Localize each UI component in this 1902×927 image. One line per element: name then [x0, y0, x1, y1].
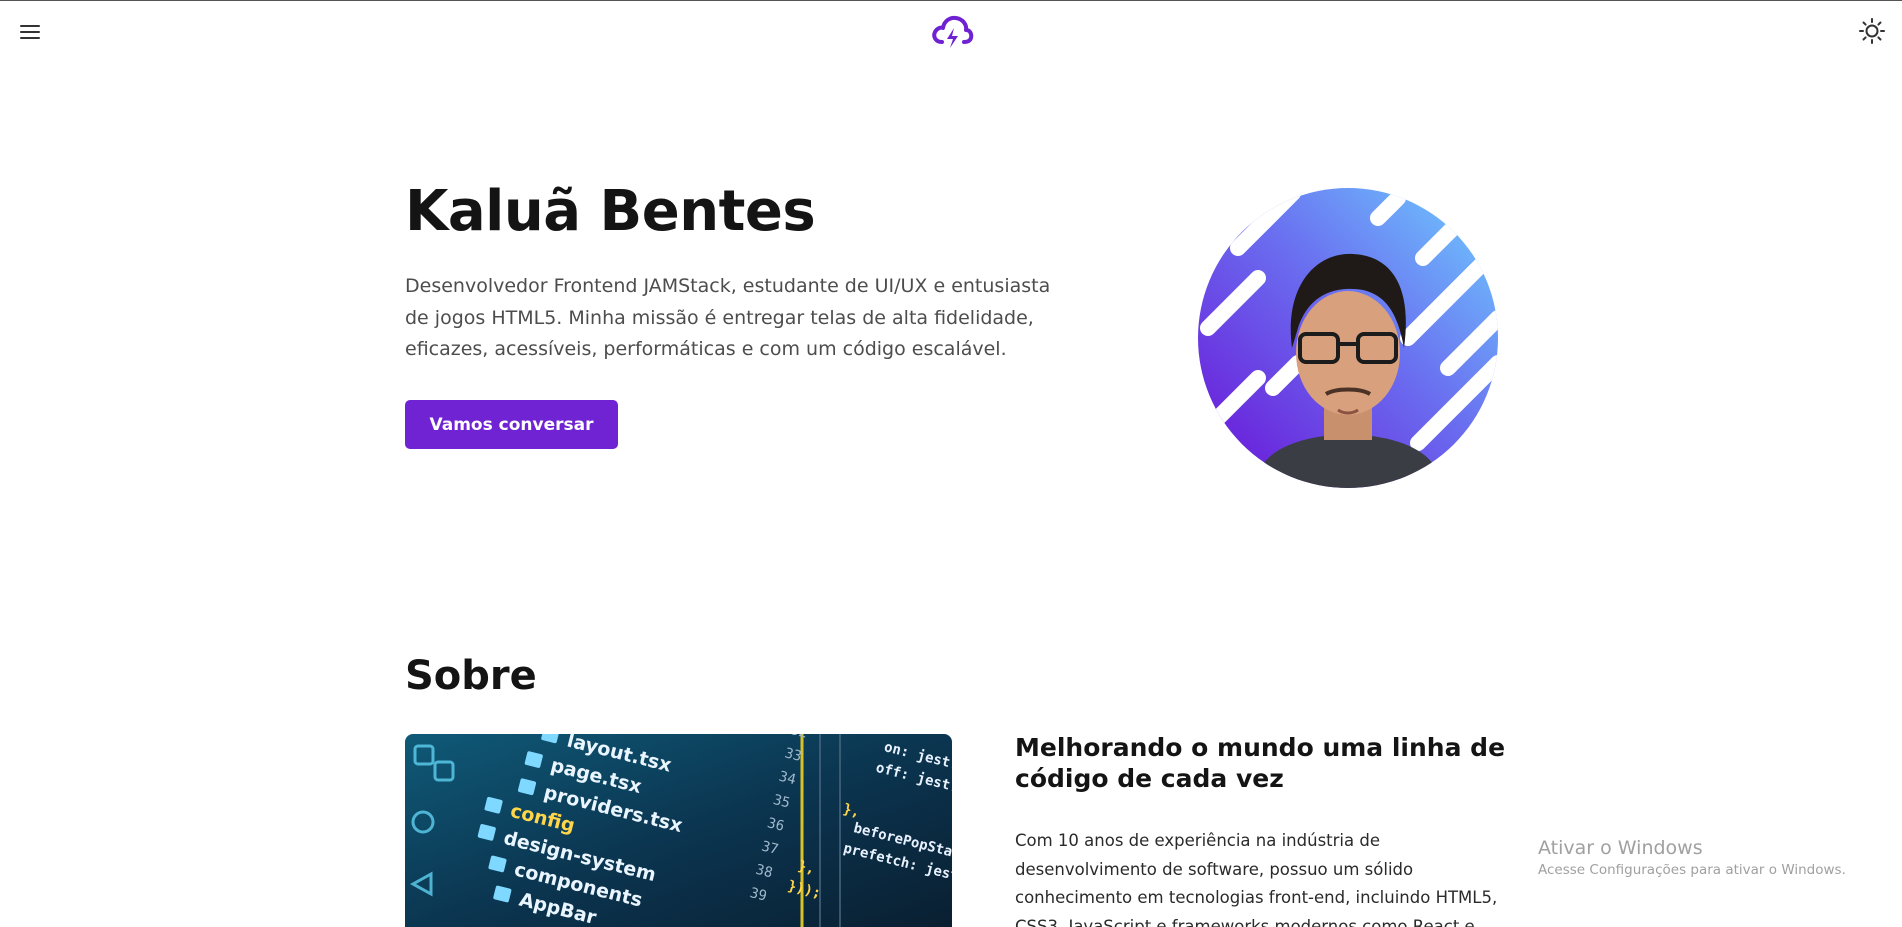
- hero-name-heading: Kaluã Bentes: [405, 179, 816, 244]
- about-subheading: Melhorando o mundo uma linha de código d…: [1015, 733, 1506, 793]
- windows-activation-watermark: Ativar o Windows Acesse Configurações pa…: [1538, 835, 1846, 879]
- watermark-title: Ativar o Windows: [1538, 837, 1703, 859]
- top-navigation-bar: [0, 1, 1902, 63]
- hero-description: Desenvolvedor Frontend JAMStack, estudan…: [405, 275, 1051, 360]
- hamburger-menu-icon[interactable]: [18, 21, 42, 43]
- about-paragraph: Com 10 anos de experiência na indústria …: [1015, 831, 1498, 927]
- about-section-title: Sobre: [405, 653, 537, 699]
- watermark-subtitle: Acesse Configurações para ativar o Windo…: [1538, 862, 1846, 878]
- profile-photo-avatar: [1198, 188, 1498, 488]
- lets-talk-button[interactable]: Vamos conversar: [405, 400, 618, 449]
- cloud-lightning-logo-icon[interactable]: [930, 12, 974, 52]
- sun-icon[interactable]: [1858, 17, 1886, 45]
- code-editor-image: layout.tsx page.tsx providers.tsx config des…: [405, 734, 952, 927]
